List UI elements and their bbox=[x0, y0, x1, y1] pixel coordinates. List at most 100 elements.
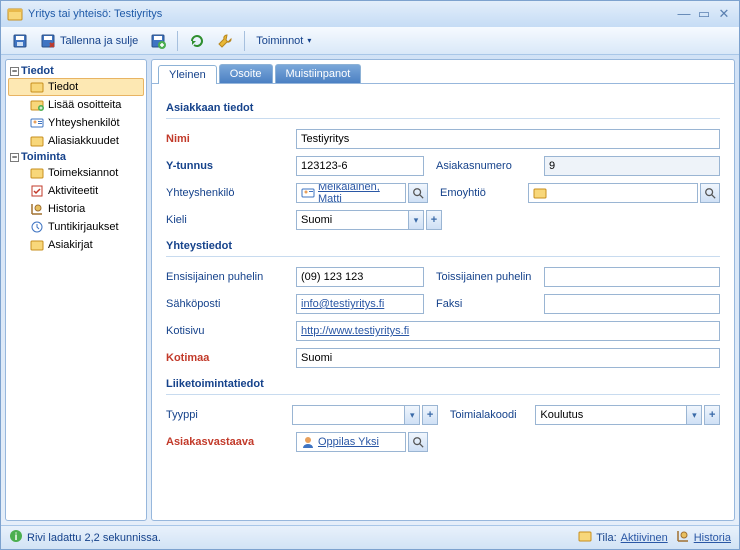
input-kotisivu[interactable] bbox=[296, 321, 720, 341]
label-toimialakoodi: Toimialakoodi bbox=[438, 409, 536, 421]
label-emoyhtio: Emoyhtiö bbox=[428, 187, 528, 199]
label-faksi: Faksi bbox=[424, 298, 544, 310]
status-state[interactable]: Tila: Aktiivinen bbox=[578, 529, 667, 546]
tab-osoite[interactable]: Osoite bbox=[219, 64, 273, 83]
field-yhteyshenkilo[interactable]: Meikäläinen, Matti bbox=[296, 183, 406, 203]
info-icon: i bbox=[9, 529, 23, 546]
folder-add-icon bbox=[30, 98, 44, 112]
input-ytunnus[interactable] bbox=[296, 156, 424, 176]
dropdown-toimialakoodi[interactable]: ▾ bbox=[686, 405, 702, 425]
lookup-asiakasvastaava[interactable] bbox=[408, 432, 428, 452]
body: − Tiedot Tiedot Lisää osoitteita Yhteysh… bbox=[1, 55, 739, 525]
minimize-button[interactable]: — bbox=[675, 6, 693, 22]
refresh-button[interactable] bbox=[184, 30, 210, 52]
status-state-link[interactable]: Aktiivinen bbox=[621, 532, 668, 544]
combo-kieli[interactable] bbox=[296, 210, 408, 230]
save-button[interactable] bbox=[7, 30, 33, 52]
nav-item-toimeksiannot[interactable]: Toimeksiannot bbox=[8, 164, 144, 182]
nav-group-toiminta[interactable]: − Toiminta bbox=[8, 150, 144, 164]
combo-toimialakoodi[interactable] bbox=[535, 405, 686, 425]
separator bbox=[244, 31, 245, 51]
nav-item-aktiviteetit[interactable]: Aktiviteetit bbox=[8, 182, 144, 200]
nav-group-tiedot[interactable]: − Tiedot bbox=[8, 64, 144, 78]
chevron-down-icon: ▾ bbox=[307, 36, 311, 45]
status-history-link[interactable]: Historia bbox=[694, 532, 731, 544]
input-ensisijainen-puhelin[interactable] bbox=[296, 267, 424, 287]
lookup-yhteyshenkilo[interactable] bbox=[408, 183, 428, 203]
wrench-icon bbox=[217, 33, 233, 49]
field-emoyhtio[interactable] bbox=[528, 183, 698, 203]
save-close-label: Tallenna ja sulje bbox=[60, 35, 138, 47]
input-faksi[interactable] bbox=[544, 294, 720, 314]
actions-menu[interactable]: Toiminnot ▾ bbox=[251, 30, 316, 52]
tools-button[interactable] bbox=[212, 30, 238, 52]
collapse-icon[interactable]: − bbox=[10, 153, 19, 162]
nav-item-yhteyshenkilot[interactable]: Yhteyshenkilöt bbox=[8, 114, 144, 132]
divider bbox=[166, 118, 720, 119]
divider bbox=[166, 256, 720, 257]
dropdown-kieli[interactable]: ▾ bbox=[408, 210, 424, 230]
add-tyyppi[interactable]: + bbox=[422, 405, 438, 425]
save-close-button[interactable]: Tallenna ja sulje bbox=[35, 30, 143, 52]
collapse-icon[interactable]: − bbox=[10, 67, 19, 76]
window-title: Yritys tai yhteisö: Testiyritys bbox=[28, 8, 162, 20]
section-customer: Asiakkaan tiedot bbox=[166, 102, 720, 114]
divider bbox=[166, 394, 720, 395]
maximize-button[interactable]: ▭ bbox=[695, 6, 713, 22]
history-icon bbox=[30, 202, 44, 216]
label-kotimaa: Kotimaa bbox=[166, 352, 296, 364]
save-new-icon bbox=[150, 33, 166, 49]
main-panel: Yleinen Osoite Muistiinpanot Asiakkaan t… bbox=[151, 59, 735, 521]
input-toissijainen-puhelin[interactable] bbox=[544, 267, 720, 287]
clock-icon bbox=[30, 220, 44, 234]
lookup-emoyhtio[interactable] bbox=[700, 183, 720, 203]
folder-icon bbox=[533, 186, 547, 200]
folder-icon bbox=[30, 80, 44, 94]
person-card-icon bbox=[301, 186, 315, 200]
input-asiakasnumero bbox=[544, 156, 720, 176]
folder-icon bbox=[30, 238, 44, 252]
save-icon bbox=[12, 33, 28, 49]
nav-item-tiedot[interactable]: Tiedot bbox=[8, 78, 144, 96]
save-new-button[interactable] bbox=[145, 30, 171, 52]
tabbar: Yleinen Osoite Muistiinpanot bbox=[152, 60, 734, 84]
label-toissijainen-puhelin: Toissijainen puhelin bbox=[424, 271, 544, 283]
form-area: Asiakkaan tiedot Nimi Y-tunnus Asiakasnu… bbox=[152, 84, 734, 520]
label-nimi: Nimi bbox=[166, 133, 296, 145]
close-button[interactable]: ✕ bbox=[715, 6, 733, 22]
titlebar: Yritys tai yhteisö: Testiyritys — ▭ ✕ bbox=[1, 1, 739, 27]
status-history[interactable]: Historia bbox=[676, 529, 731, 546]
field-asiakasvastaava[interactable]: Oppilas Yksi bbox=[296, 432, 406, 452]
actions-label: Toiminnot bbox=[256, 35, 303, 47]
label-ensisijainen-puhelin: Ensisijainen puhelin bbox=[166, 271, 296, 283]
tab-muistiinpanot[interactable]: Muistiinpanot bbox=[275, 64, 362, 83]
label-kotisivu: Kotisivu bbox=[166, 325, 296, 337]
history-icon bbox=[676, 529, 690, 546]
input-nimi[interactable] bbox=[296, 129, 720, 149]
label-tyyppi: Tyyppi bbox=[166, 409, 292, 421]
link-yhteyshenkilo[interactable]: Meikäläinen, Matti bbox=[318, 183, 401, 203]
status-load: i Rivi ladattu 2,2 sekunnissa. bbox=[9, 529, 161, 546]
link-asiakasvastaava[interactable]: Oppilas Yksi bbox=[318, 436, 379, 448]
app-window: Yritys tai yhteisö: Testiyritys — ▭ ✕ Ta… bbox=[0, 0, 740, 550]
person-card-icon bbox=[30, 116, 44, 130]
nav-item-tuntikirjaukset[interactable]: Tuntikirjaukset bbox=[8, 218, 144, 236]
input-sahkoposti[interactable] bbox=[296, 294, 424, 314]
section-contact: Yhteystiedot bbox=[166, 240, 720, 252]
label-asiakasvastaava: Asiakasvastaava bbox=[166, 436, 296, 448]
add-kieli[interactable]: + bbox=[426, 210, 442, 230]
nav-item-historia[interactable]: Historia bbox=[8, 200, 144, 218]
tab-yleinen[interactable]: Yleinen bbox=[158, 65, 217, 84]
nav-item-aliasiakkuudet[interactable]: Aliasiakkuudet bbox=[8, 132, 144, 150]
combo-tyyppi[interactable] bbox=[292, 405, 404, 425]
svg-text:i: i bbox=[15, 532, 18, 543]
add-toimialakoodi[interactable]: + bbox=[704, 405, 720, 425]
nav-item-lisaa-osoitteita[interactable]: Lisää osoitteita bbox=[8, 96, 144, 114]
label-kieli: Kieli bbox=[166, 214, 296, 226]
folder-icon bbox=[30, 134, 44, 148]
nav-item-asiakirjat[interactable]: Asiakirjat bbox=[8, 236, 144, 254]
input-kotimaa[interactable] bbox=[296, 348, 720, 368]
dropdown-tyyppi[interactable]: ▾ bbox=[404, 405, 420, 425]
folder-icon bbox=[30, 166, 44, 180]
nav-tree: − Tiedot Tiedot Lisää osoitteita Yhteysh… bbox=[5, 59, 147, 521]
